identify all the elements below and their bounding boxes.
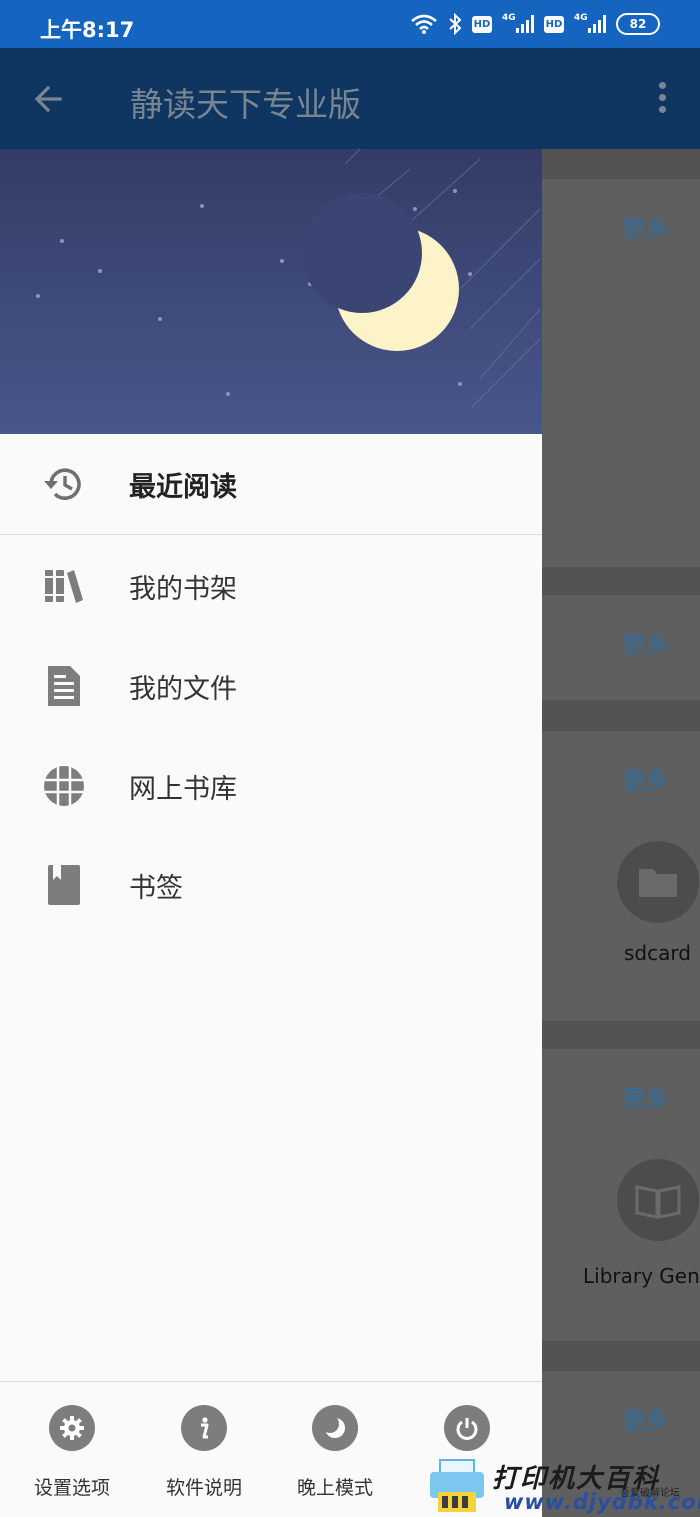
hd-icon: HD	[472, 15, 492, 33]
bookmark-icon	[42, 863, 86, 907]
divider	[0, 534, 542, 535]
status-bar: 上午8:17 HD 4G HD 4G 82	[0, 0, 700, 48]
help-label: 软件说明	[165, 1477, 242, 1499]
more-link: 更多	[622, 1086, 668, 1112]
more-link: 更多	[622, 1408, 668, 1434]
more-link: 更多	[622, 632, 668, 658]
power-icon	[444, 1405, 490, 1451]
night-mode-button[interactable]: 晚上模式	[280, 1405, 390, 1500]
more-vert-icon[interactable]	[656, 82, 668, 116]
globe-grid-icon	[42, 764, 86, 808]
open-book-icon	[617, 1159, 699, 1241]
moon-icon	[312, 1405, 358, 1451]
library-label: Library Gene	[583, 1264, 700, 1288]
drawer-header-image	[0, 149, 542, 434]
more-link: 更多	[622, 216, 668, 242]
menu-item-label: 书签	[129, 872, 183, 904]
signal-4g-icon: 4G	[574, 13, 606, 33]
bluetooth-icon	[448, 13, 462, 35]
signal-4g-icon: 4G	[502, 13, 534, 33]
status-icons: HD 4G HD 4G 82	[410, 13, 660, 35]
card: 更多 Library Gene	[542, 1049, 700, 1341]
hd-icon: HD	[544, 15, 564, 33]
card: 更多 sdcard	[542, 731, 700, 1021]
gear-icon	[49, 1405, 95, 1451]
menu-item-label: 最近阅读	[129, 471, 237, 503]
settings-label: 设置选项	[33, 1477, 110, 1499]
bookshelf-icon	[42, 564, 86, 608]
document-icon	[42, 664, 86, 708]
arrow-left-icon[interactable]	[30, 80, 68, 118]
menu-item-my-bookshelf[interactable]: 我的书架	[0, 541, 542, 631]
watermark-source: 吾爱破解论坛	[620, 1488, 680, 1499]
menu-item-label: 我的书架	[129, 573, 237, 605]
menu-item-online-library[interactable]: 网上书库	[0, 741, 542, 831]
card: 更多	[542, 595, 700, 700]
watermark: 打印机大百科 www.djydbk.com 吾爱破解论坛	[428, 1456, 700, 1517]
folder-label: sdcard	[624, 941, 691, 965]
history-icon	[42, 462, 86, 506]
wifi-icon	[410, 14, 438, 34]
navigation-drawer: 最近阅读 我的书架 我的文件 网上书库 书签 设置选项 软件说明 晚上模式	[0, 149, 542, 1517]
battery-indicator: 82	[616, 13, 660, 35]
background-content: 更多 更多 更多 sdcard 更多 Library Gene 更多	[542, 149, 700, 1517]
menu-item-bookmarks[interactable]: 书签	[0, 840, 542, 930]
night-mode-label: 晚上模式	[296, 1477, 373, 1499]
card: 更多	[542, 179, 700, 567]
menu-item-label: 我的文件	[129, 673, 237, 705]
settings-button[interactable]: 设置选项	[17, 1405, 127, 1500]
menu-item-recent-reading[interactable]: 最近阅读	[0, 439, 542, 529]
app-title: 静读天下专业版	[130, 85, 361, 124]
moon-icon	[302, 193, 459, 351]
menu-item-my-files[interactable]: 我的文件	[0, 641, 542, 731]
printer-logo-icon	[428, 1458, 486, 1514]
help-button[interactable]: 软件说明	[149, 1405, 259, 1500]
more-link: 更多	[622, 768, 668, 794]
info-icon	[181, 1405, 227, 1451]
menu-item-label: 网上书库	[129, 773, 237, 805]
app-bar: 静读天下专业版	[0, 48, 700, 149]
folder-icon	[617, 841, 699, 923]
status-time: 上午8:17	[40, 18, 135, 42]
